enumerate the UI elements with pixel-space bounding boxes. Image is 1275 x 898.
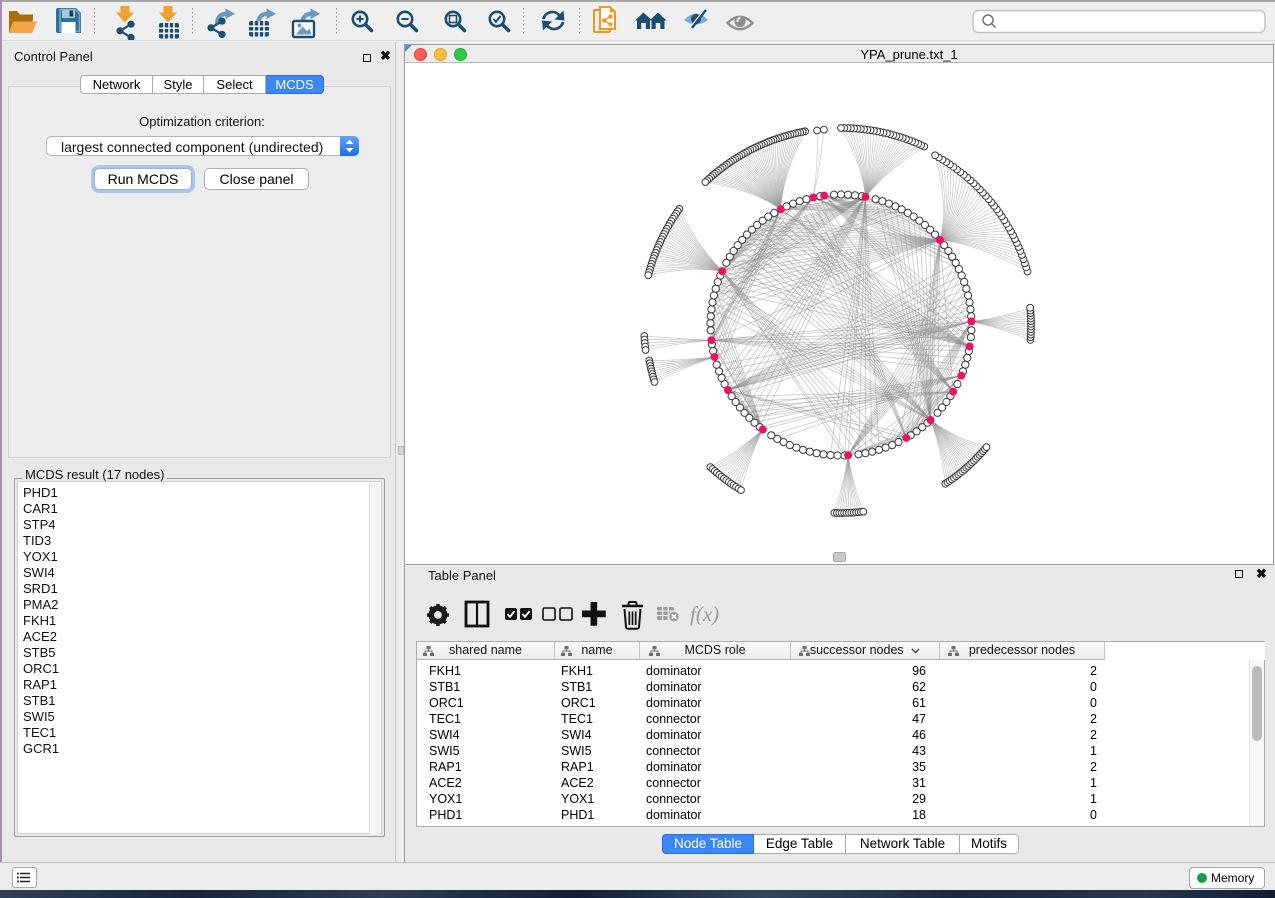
svg-text:f(x): f(x): [690, 602, 719, 626]
